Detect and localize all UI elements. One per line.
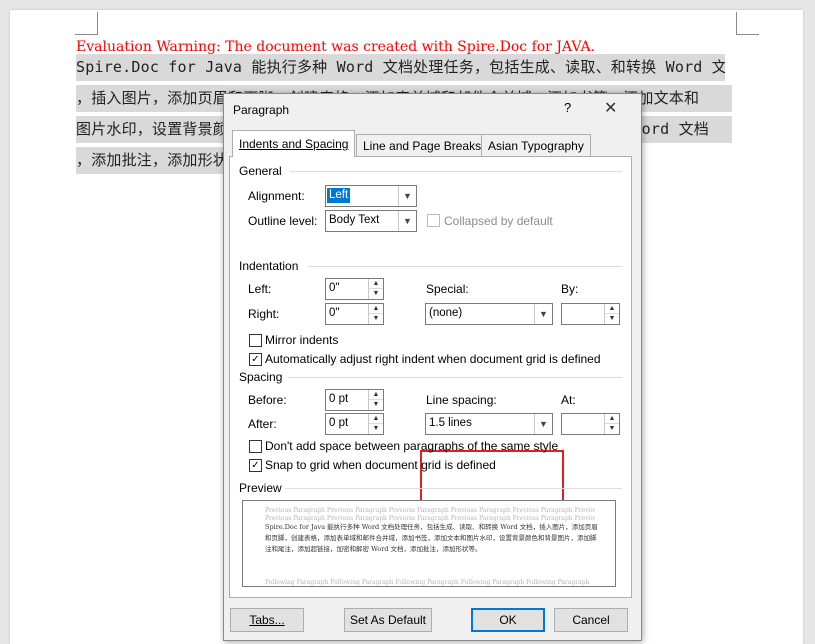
- spin-down-icon[interactable]: ▼: [369, 289, 383, 299]
- before-value: 0 pt: [329, 393, 349, 405]
- spinner-buttons[interactable]: ▲ ▼: [368, 304, 383, 324]
- ok-label: OK: [499, 613, 517, 627]
- at-label: At:: [561, 393, 576, 407]
- cancel-button[interactable]: Cancel: [554, 608, 628, 632]
- outline-level-label: Outline level:: [248, 214, 318, 228]
- spin-down-icon[interactable]: ▼: [369, 400, 383, 410]
- chevron-down-icon[interactable]: ▼: [534, 304, 552, 324]
- document-line-1[interactable]: Spire.Doc for Java 能执行多种 Word 文档处理任务，包括生…: [76, 54, 725, 81]
- spinner-buttons[interactable]: ▲ ▼: [368, 279, 383, 299]
- spin-up-icon[interactable]: ▲: [605, 304, 619, 314]
- divider: [285, 488, 622, 489]
- tab-asian-typography[interactable]: Asian Typography: [481, 134, 591, 158]
- snap-to-grid-label: Snap to grid when document grid is defin…: [265, 458, 496, 472]
- line-spacing-select[interactable]: 1.5 lines ▼: [425, 413, 553, 435]
- special-select[interactable]: (none) ▼: [425, 303, 553, 325]
- spacing-heading: Spacing: [239, 370, 283, 384]
- preview-heading: Preview: [239, 481, 282, 495]
- spin-up-icon[interactable]: ▲: [369, 414, 383, 424]
- divider: [288, 377, 622, 378]
- mirror-indents-label: Mirror indents: [265, 333, 339, 347]
- alignment-value: Left: [327, 188, 351, 203]
- tab-indents-and-spacing[interactable]: Indents and Spacing: [232, 130, 356, 157]
- snap-to-grid-checkbox[interactable]: ✓: [249, 459, 262, 472]
- ok-button[interactable]: OK: [471, 608, 545, 632]
- mirror-indents-checkbox[interactable]: [249, 334, 262, 347]
- chevron-down-icon[interactable]: ▼: [398, 211, 416, 231]
- special-label: Special:: [426, 282, 469, 296]
- at-spinner[interactable]: ▲ ▼: [561, 413, 620, 435]
- help-icon[interactable]: ?: [564, 100, 571, 115]
- tabs-button[interactable]: Tabs...: [230, 608, 304, 632]
- right-indent-label: Right:: [248, 307, 280, 321]
- close-icon[interactable]: ✕: [604, 98, 617, 118]
- auto-adjust-label: Automatically adjust right indent when d…: [265, 352, 601, 366]
- left-indent-label: Left:: [248, 282, 272, 296]
- set-as-default-label: Set As Default: [349, 613, 427, 627]
- collapsed-label: Collapsed by default: [444, 214, 553, 228]
- spin-down-icon[interactable]: ▼: [369, 314, 383, 324]
- spinner-buttons[interactable]: ▲ ▼: [604, 414, 619, 434]
- paragraph-dialog: Paragraph ? ✕ Indents and Spacing Line a…: [223, 93, 642, 641]
- tab-line-and-page-breaks[interactable]: Line and Page Breaks: [356, 134, 489, 158]
- crop-mark-top-right: [736, 12, 759, 35]
- spinner-buttons[interactable]: ▲ ▼: [368, 390, 383, 410]
- right-indent-value: 0": [329, 307, 340, 319]
- tab-label: Asian Typography: [488, 139, 584, 153]
- after-value: 0 pt: [329, 417, 349, 429]
- by-label: By:: [561, 282, 579, 296]
- right-indent-spinner[interactable]: 0" ▲ ▼: [325, 303, 384, 325]
- after-label: After:: [248, 417, 277, 431]
- spinner-buttons[interactable]: ▲ ▼: [368, 414, 383, 434]
- spin-up-icon[interactable]: ▲: [369, 390, 383, 400]
- before-label: Before:: [248, 393, 287, 407]
- left-indent-value: 0": [329, 282, 340, 294]
- left-indent-spinner[interactable]: 0" ▲ ▼: [325, 278, 384, 300]
- evaluation-warning: Evaluation Warning: The document was cre…: [76, 39, 596, 55]
- cancel-label: Cancel: [572, 613, 610, 627]
- preview-previous-line: Previous Paragraph Previous Paragraph Pr…: [265, 515, 595, 522]
- outline-level-select[interactable]: Body Text ▼: [325, 210, 417, 232]
- dont-add-space-checkbox[interactable]: [249, 440, 262, 453]
- indentation-heading: Indentation: [239, 259, 299, 273]
- dialog-title: Paragraph: [233, 103, 290, 117]
- general-heading: General: [239, 164, 282, 178]
- line-spacing-label: Line spacing:: [426, 393, 497, 407]
- alignment-label: Alignment:: [248, 189, 305, 203]
- preview-previous-line: Previous Paragraph Previous Paragraph Pr…: [265, 507, 595, 514]
- alignment-select[interactable]: Left ▼: [325, 185, 417, 207]
- preview-following-line: Following Paragraph Following Paragraph …: [265, 579, 590, 586]
- preview-body-text: Spire.Doc for Java 能执行多种 Word 文档处理任务，包括生…: [265, 523, 598, 553]
- set-as-default-button[interactable]: Set As Default: [344, 608, 432, 632]
- after-spinner[interactable]: 0 pt ▲ ▼: [325, 413, 384, 435]
- spin-up-icon[interactable]: ▲: [369, 279, 383, 289]
- spin-down-icon[interactable]: ▼: [369, 424, 383, 434]
- spin-up-icon[interactable]: ▲: [369, 304, 383, 314]
- before-spinner[interactable]: 0 pt ▲ ▼: [325, 389, 384, 411]
- spin-down-icon[interactable]: ▼: [605, 424, 619, 434]
- chevron-down-icon[interactable]: ▼: [534, 414, 552, 434]
- tabs-button-label: Tabs...: [249, 613, 285, 627]
- spin-up-icon[interactable]: ▲: [605, 414, 619, 424]
- auto-adjust-checkbox[interactable]: ✓: [249, 353, 262, 366]
- chevron-down-icon[interactable]: ▼: [398, 186, 416, 206]
- divider: [290, 171, 622, 172]
- tab-label: Indents and Spacing: [239, 137, 349, 151]
- special-value: (none): [429, 307, 463, 319]
- tab-label: Line and Page Breaks: [363, 139, 482, 153]
- dont-add-space-label: Don't add space between paragraphs of th…: [265, 439, 559, 453]
- outline-level-value: Body Text: [329, 214, 380, 226]
- preview-box: Previous Paragraph Previous Paragraph Pr…: [242, 500, 616, 587]
- by-spinner[interactable]: ▲ ▼: [561, 303, 620, 325]
- spinner-buttons[interactable]: ▲ ▼: [604, 304, 619, 324]
- line-spacing-value: 1.5 lines: [429, 417, 472, 429]
- crop-mark-top-left: [75, 12, 98, 35]
- tab-panel: General Alignment: Left ▼ Outline level:…: [229, 156, 632, 598]
- spin-down-icon[interactable]: ▼: [605, 314, 619, 324]
- divider: [308, 266, 622, 267]
- collapsed-checkbox[interactable]: [427, 214, 440, 227]
